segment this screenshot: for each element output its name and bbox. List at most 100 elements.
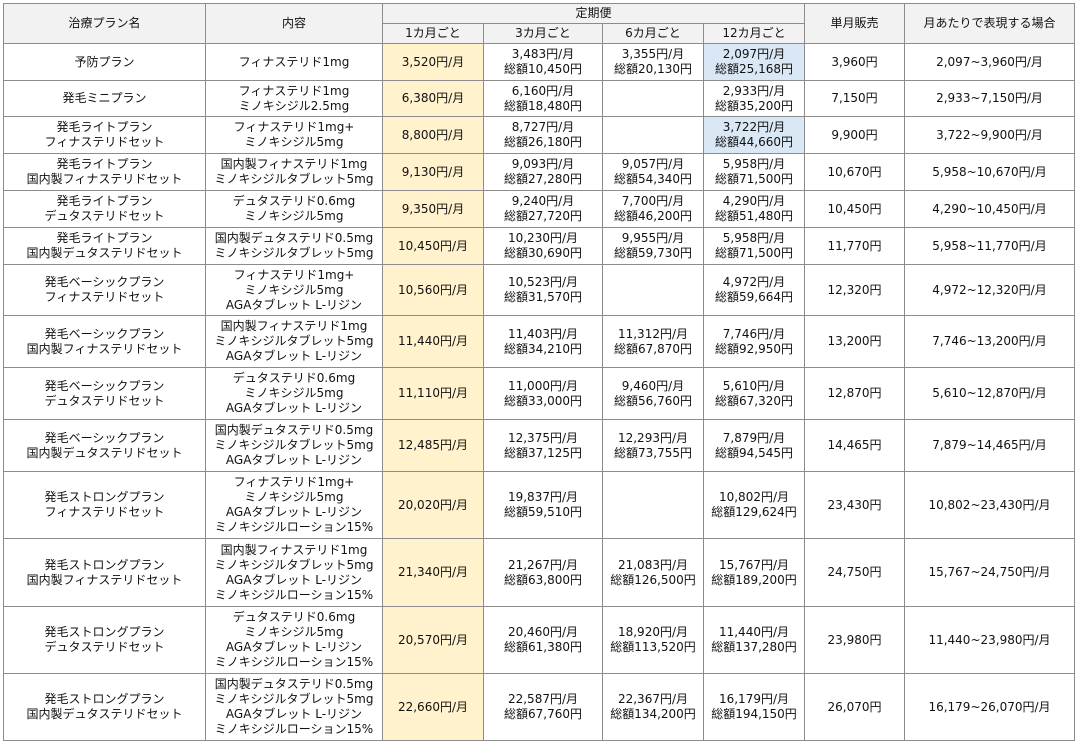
monthly-range-cell: 5,958~10,670円/月: [904, 153, 1075, 191]
single-month-price-cell: 10,670円: [804, 153, 905, 191]
price-1-month-cell: 22,660円/月: [382, 673, 484, 741]
price-3-month-cell: 10,230円/月 総額30,690円: [483, 227, 603, 265]
price-3-month-cell-line: 総額61,380円: [504, 640, 582, 654]
price-6-month-cell: 7,700円/月 総額46,200円: [602, 190, 704, 228]
single-month-price-cell: 24,750円: [804, 538, 905, 607]
plan-name-cell-line: 発毛ライトプラン: [56, 157, 153, 171]
price-1-month-cell: 21,340円/月: [382, 538, 484, 607]
monthly-range-cell: 3,722~9,900円/月: [904, 116, 1075, 154]
price-3-month-cell: 20,460円/月 総額61,380円: [483, 606, 603, 674]
contents-cell-line: デュタステリド0.6mg: [232, 194, 356, 208]
price-3-month-cell-line: 12,375円/月: [507, 430, 579, 445]
price-6-month-cell-line: 総額67,870円: [614, 341, 692, 356]
contents-cell-line: AGAタブレット L-リジン: [225, 505, 363, 519]
contents-cell-line: ミノキシジル5mg: [244, 282, 344, 297]
monthly-range-cell: 4,290~10,450円/月: [904, 190, 1075, 228]
price-6-month-cell-line: 22,367円/月: [617, 692, 689, 706]
contents-cell-line: ミノキシジルタブレット5mg: [214, 692, 374, 706]
table-row: 発毛ライトプラン 国内製デュタステリドセット 国内製デュタステリド0.5mg ミノキシ…: [3, 227, 1075, 265]
table-row: 発毛ミニプラン フィナステリド1mg ミノキシジル2.5mg 6,380円/月 6,16…: [3, 80, 1075, 117]
price-12-month-cell-line: 16,179円/月: [718, 692, 790, 706]
single-month-price-cell: 3,960円: [804, 43, 905, 81]
price-6-month-cell: 12,293円/月 総額73,755円: [602, 419, 704, 472]
contents-cell-line: ミノキシジル5mg: [244, 625, 344, 639]
price-12-month-cell-line: 総額71,500円: [715, 246, 793, 260]
contents-cell-line: ミノキシジルタブレット5mg: [214, 557, 374, 572]
monthly-range-cell: 2,097~3,960円/月: [904, 43, 1075, 81]
header-monthly-expression: 月あたりで表現する場合: [904, 3, 1075, 44]
price-3-month-cell-line: 3,483円/月: [511, 47, 575, 61]
price-6-month-cell-line: 総額54,340円: [614, 172, 692, 186]
contents-cell-line: ミノキシジル5mg: [244, 386, 344, 400]
price-6-month-cell: 22,367円/月 総額134,200円: [602, 673, 704, 741]
header-6-month: 6カ月ごと: [602, 23, 704, 44]
monthly-range-cell: 5,958~11,770円/月: [904, 227, 1075, 265]
contents-cell: フィナステリド1mg: [205, 43, 383, 81]
plan-name-cell: 発毛ベーシックプラン フィナステリドセット: [3, 264, 206, 316]
price-6-month-cell-line: 7,700円/月: [621, 194, 685, 208]
price-12-month-cell-line: 5,958円/月: [722, 157, 786, 171]
contents-cell-line: ミノキシジル5mg: [244, 209, 344, 223]
price-3-month-cell-line: 総額33,000円: [504, 393, 582, 408]
price-1-month-cell: 10,450円/月: [382, 227, 484, 265]
plan-name-cell-line: 発毛ミニプラン: [62, 91, 147, 105]
contents-cell: デュタステリド0.6mg ミノキシジル5mg AGAタブレット L-リジン ミノキシジ…: [205, 606, 383, 674]
price-3-month-cell: 21,267円/月 総額63,800円: [483, 538, 603, 607]
price-6-month-cell: 3,355円/月 総額20,130円: [602, 43, 704, 81]
plan-name-cell-line: 発毛ストロングプラン: [44, 557, 165, 572]
single-month-price-cell: 12,320円: [804, 264, 905, 316]
table-row: 発毛ライトプラン フィナステリドセット フィナステリド1mg+ ミノキシジル5mg 8,…: [3, 116, 1075, 154]
price-12-month-cell: 10,802円/月 総額129,624円: [703, 471, 805, 539]
plan-name-cell-line: 発毛ベーシックプラン: [44, 378, 165, 393]
single-month-price-cell: 26,070円: [804, 673, 905, 741]
plan-name-cell: 発毛ストロングプラン フィナステリドセット: [3, 471, 206, 539]
price-12-month-cell-line: 7,746円/月: [722, 326, 786, 341]
price-3-month-cell-line: 総額67,760円: [504, 707, 582, 721]
price-3-month-cell-line: 22,587円/月: [507, 692, 579, 706]
plan-name-cell: 発毛ベーシックプラン デュタステリドセット: [3, 367, 206, 420]
price-6-month-cell-line: 12,293円/月: [617, 430, 689, 445]
single-month-price-cell: 10,450円: [804, 190, 905, 228]
plan-name-cell-line: 発毛ストロングプラン: [44, 490, 165, 504]
price-1-month-cell: 10,560円/月: [382, 264, 484, 316]
price-12-month-cell-line: 総額51,480円: [715, 209, 793, 223]
plan-name-cell: 発毛ベーシックプラン 国内製デュタステリドセット: [3, 419, 206, 472]
price-6-month-cell-line: 総額20,130円: [614, 62, 692, 76]
header-contents: 内容: [205, 3, 383, 44]
contents-cell-line: ミノキシジルローション15%: [214, 587, 374, 602]
price-6-month-cell-line: 9,057円/月: [621, 157, 685, 171]
price-12-month-cell-line: 4,972円/月: [722, 275, 786, 289]
price-12-month-cell-line: 総額44,660円: [715, 135, 793, 149]
contents-cell-line: ミノキシジルタブレット5mg: [214, 334, 374, 348]
price-12-month-cell: 16,179円/月 総額194,150円: [703, 673, 805, 741]
contents-cell-line: ミノキシジル2.5mg: [238, 98, 350, 113]
price-3-month-cell: 6,160円/月 総額18,480円: [483, 80, 603, 117]
price-1-month-cell: 9,130円/月: [382, 153, 484, 191]
price-3-month-cell-line: 9,093円/月: [511, 157, 575, 171]
price-6-month-cell-line: 3,355円/月: [621, 47, 685, 61]
price-6-month-cell-line: 総額59,730円: [614, 246, 692, 260]
price-3-month-cell: 9,093円/月 総額27,280円: [483, 153, 603, 191]
price-6-month-cell: 21,083円/月 総額126,500円: [602, 538, 704, 607]
price-12-month-cell: 7,879円/月 総額94,545円: [703, 419, 805, 472]
price-12-month-cell-line: 2,933円/月: [722, 83, 786, 98]
price-12-month-cell-line: 4,290円/月: [722, 194, 786, 208]
price-12-month-cell-line: 総額25,168円: [715, 62, 793, 76]
price-12-month-cell-line: 総額137,280円: [711, 640, 797, 654]
price-6-month-cell: 9,955円/月 総額59,730円: [602, 227, 704, 265]
price-1-month-cell: 6,380円/月: [382, 80, 484, 117]
price-3-month-cell-line: 総額26,180円: [504, 135, 582, 149]
monthly-range-cell: 5,610~12,870円/月: [904, 367, 1075, 420]
price-3-month-cell-line: 総額63,800円: [504, 572, 582, 587]
price-6-month-cell-line: 総額56,760円: [614, 393, 692, 408]
pricing-table-container: 治療プラン名 内容 定期便 単月販売 月あたりで表現する場合 1カ月ごと 3カ月…: [3, 3, 1075, 741]
price-3-month-cell: 12,375円/月 総額37,125円: [483, 419, 603, 472]
table-row: 発毛ベーシックプラン 国内製デュタステリドセット 国内製デュタステリド0.5mg ミノ…: [3, 419, 1075, 472]
price-12-month-cell: 7,746円/月 総額92,950円: [703, 315, 805, 368]
contents-cell-line: ミノキシジルタブレット5mg: [214, 438, 374, 452]
plan-name-cell-line: 発毛ベーシックプラン: [44, 430, 165, 445]
contents-cell: フィナステリド1mg ミノキシジル2.5mg: [205, 80, 383, 117]
price-1-month-cell: 9,350円/月: [382, 190, 484, 228]
plan-name-cell-line: 国内製フィナステリドセット: [26, 172, 183, 186]
price-3-month-cell-line: 総額10,450円: [504, 62, 582, 76]
